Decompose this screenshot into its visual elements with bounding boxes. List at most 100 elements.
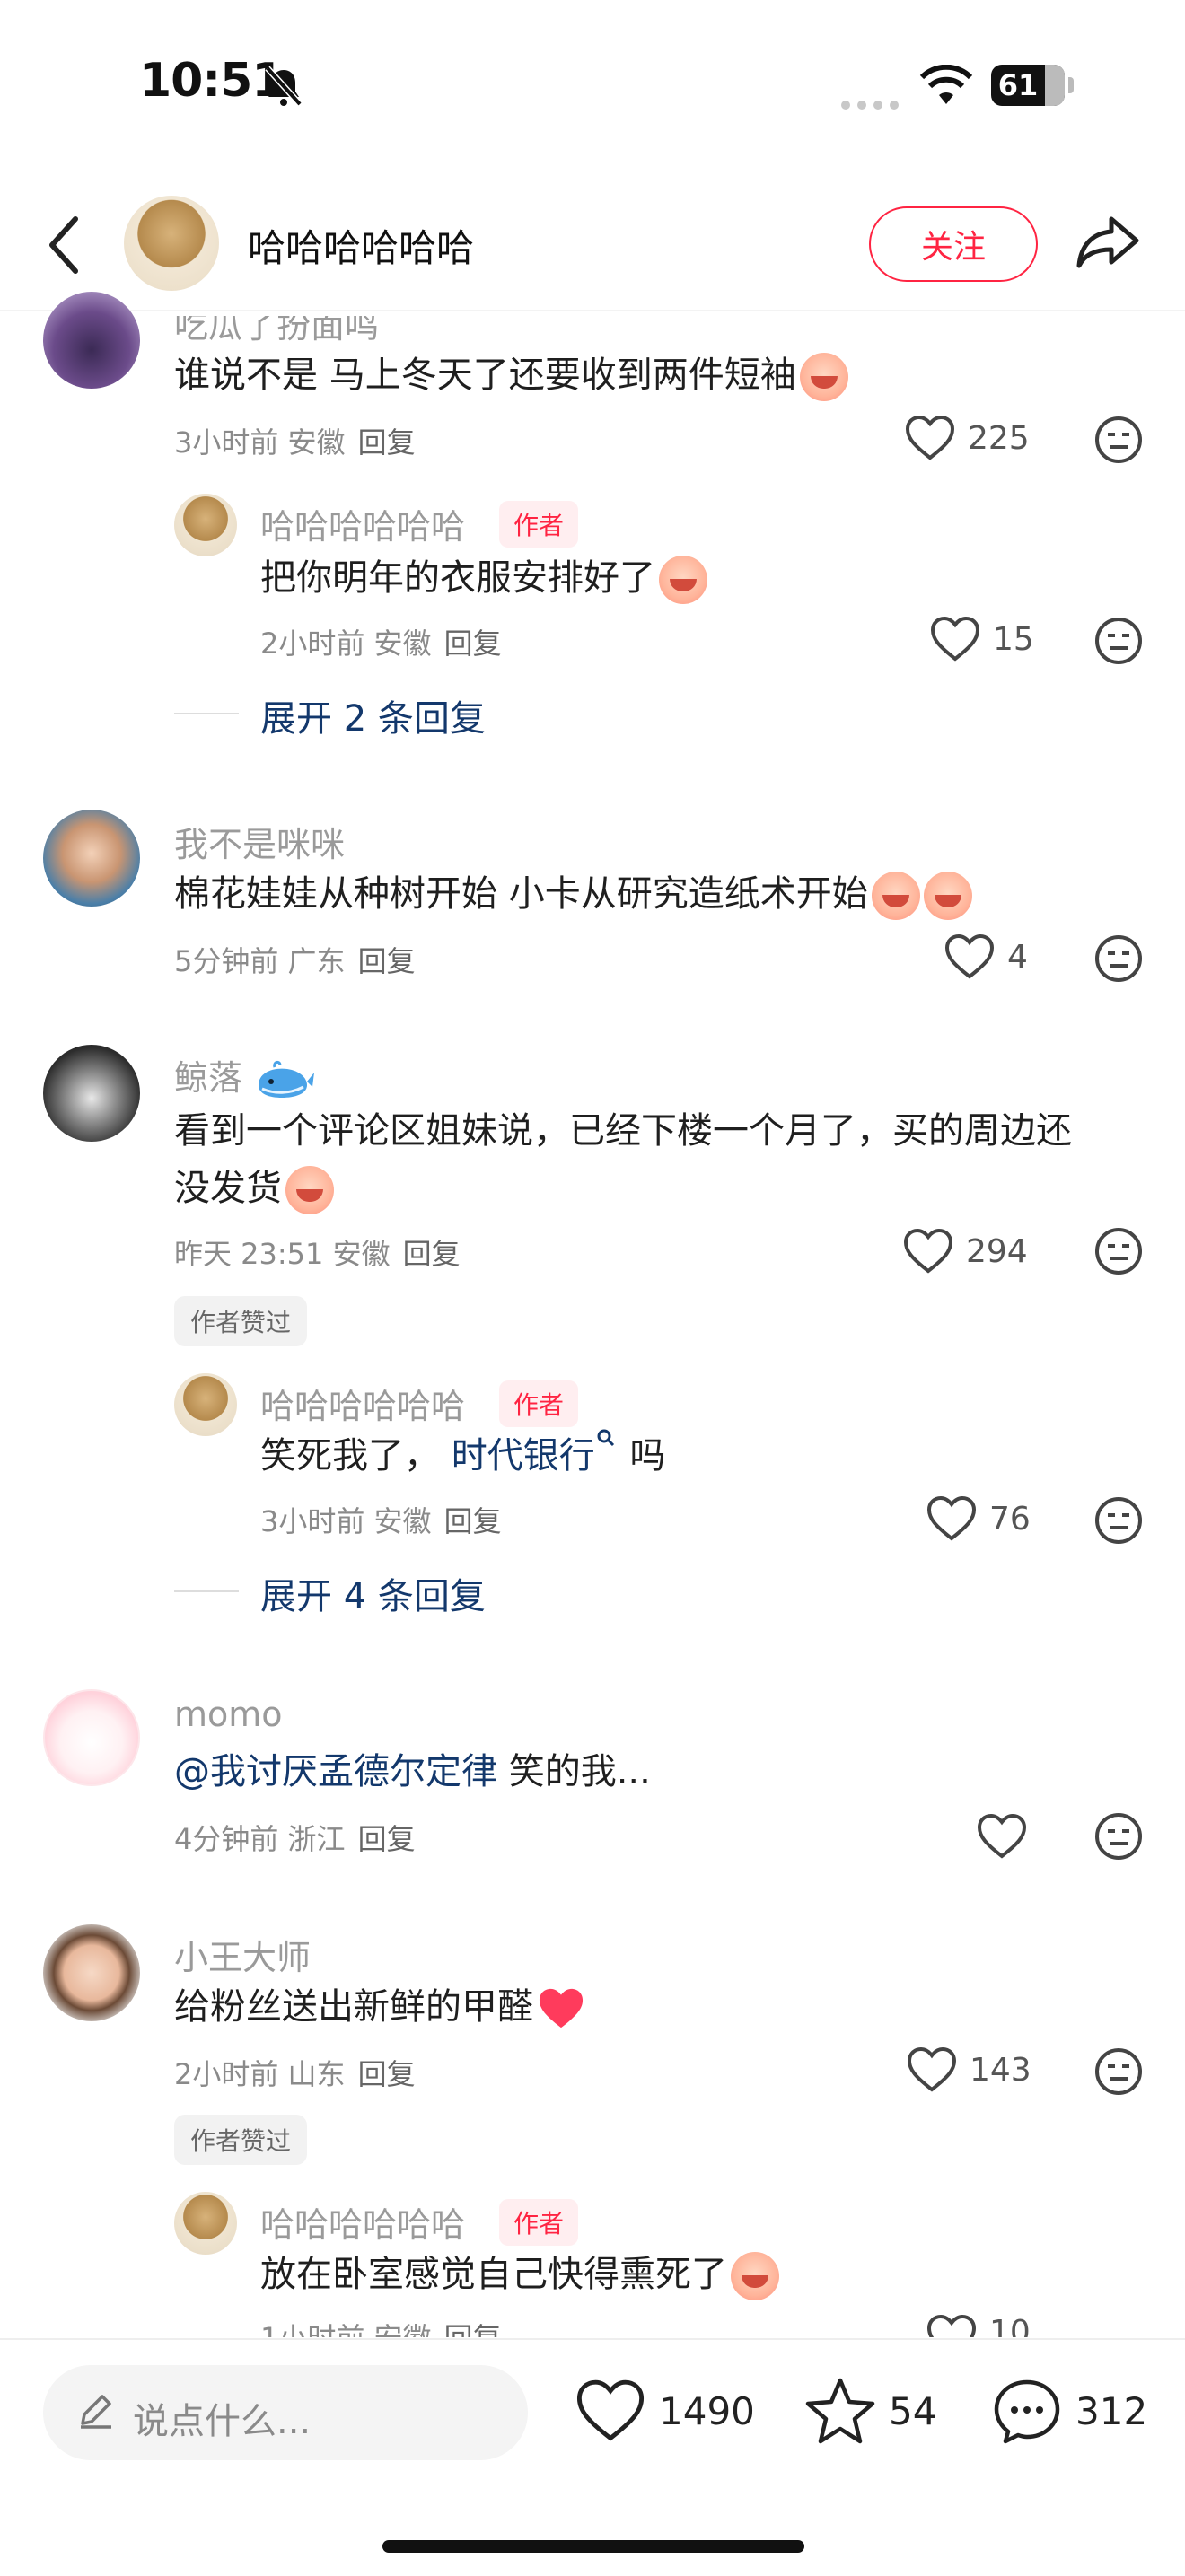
author-name[interactable]: 哈哈哈哈哈哈	[248, 218, 474, 273]
avatar[interactable]	[43, 1045, 140, 1142]
reply-link[interactable]: 回复	[358, 944, 416, 978]
like-button[interactable]: 294	[903, 1228, 1028, 1275]
avatar[interactable]	[174, 494, 237, 556]
bell-muted-icon	[265, 66, 303, 107]
comment-username[interactable]: momo	[174, 1695, 283, 1734]
heart-icon	[926, 2314, 977, 2337]
pencil-icon	[81, 2395, 111, 2429]
heart-icon	[903, 1228, 953, 1274]
comment-text-line2: 没发货	[174, 1160, 334, 1217]
heart-icon	[944, 933, 995, 979]
avatar[interactable]	[174, 1373, 237, 1436]
avatar[interactable]	[43, 810, 140, 907]
like-button[interactable]: 15	[930, 616, 1034, 662]
heart-icon	[576, 2379, 645, 2441]
reply-link[interactable]: 回复	[358, 2057, 416, 2091]
reply-username[interactable]: 哈哈哈哈哈哈	[260, 1379, 465, 1428]
comment-bubble-icon	[994, 2379, 1060, 2444]
home-indicator	[382, 2540, 804, 2553]
wifi-icon	[919, 65, 973, 104]
like-button[interactable]: 10	[926, 2314, 1031, 2337]
signal-icon	[840, 97, 901, 110]
back-arrow-icon[interactable]	[45, 214, 81, 276]
reply-meta: 2小时前 安徽 回复	[260, 626, 502, 661]
heart-icon	[977, 1813, 1027, 1859]
comment-username[interactable]: 我不是咪咪	[174, 817, 345, 866]
comment-username[interactable]: 吃瓜了扮面鸣	[174, 316, 379, 347]
comment-meta: 3小时前 安徽 回复	[174, 425, 416, 460]
like-button[interactable]: 76	[926, 1495, 1031, 1542]
comment-text-line1: 看到一个评论区姐妹说，已经下楼一个月了，买的周边还	[174, 1110, 1072, 1152]
like-button[interactable]: 225	[905, 415, 1030, 461]
crying-emoji	[731, 2252, 779, 2300]
reply-link[interactable]: 回复	[444, 626, 502, 661]
comment-username[interactable]: 小王大师	[174, 1930, 311, 1979]
comment-meta: 4分钟前 浙江 回复	[174, 1822, 416, 1856]
reply-link[interactable]: 回复	[444, 2321, 502, 2337]
reply-username[interactable]: 哈哈哈哈哈哈	[260, 499, 465, 548]
dislike-face-icon[interactable]	[1093, 1495, 1144, 1546]
star-icon	[805, 2378, 875, 2444]
expand-replies-button[interactable]: 展开 4 条回复	[260, 1567, 486, 1619]
crying-emoji	[285, 1166, 334, 1214]
author-avatar[interactable]	[124, 196, 219, 291]
comments-button[interactable]: 312	[991, 2377, 1147, 2445]
search-small-icon	[597, 1429, 614, 1447]
comment-placeholder[interactable]: 说点什么...	[133, 2392, 311, 2444]
author-badge: 作者	[499, 501, 579, 548]
reply-link[interactable]: 回复	[358, 425, 416, 460]
heart-icon	[926, 1495, 977, 1541]
battery-tip	[1068, 77, 1074, 93]
dislike-face-icon[interactable]	[1093, 1811, 1144, 1862]
like-count: 15	[993, 620, 1034, 658]
comment-text: 给粉丝送出新鲜的甲醛	[174, 1978, 585, 2036]
dislike-face-icon[interactable]	[1093, 2046, 1144, 2097]
comment-meta: 昨天 23:51 安徽 回复	[174, 1237, 461, 1271]
reply-text: 笑死我了， 时代银行 吗	[260, 1427, 665, 1485]
like-button[interactable]: 4	[944, 933, 1028, 980]
comment-meta: 5分钟前 广东 回复	[174, 944, 416, 978]
like-count: 76	[989, 1500, 1031, 1538]
reply-meta: 3小时前 安徽 回复	[260, 1504, 502, 1538]
avatar[interactable]	[174, 2192, 237, 2255]
avatar[interactable]	[43, 1689, 140, 1786]
mention-link[interactable]: @我讨厌孟德尔定律	[174, 1751, 497, 1792]
reply-text: 放在卧室感觉自己快得熏死了	[260, 2246, 779, 2303]
comment-username[interactable]: 鲸落	[174, 1050, 316, 1101]
like-count: 10	[989, 2314, 1031, 2337]
comment-count: 312	[1075, 2388, 1148, 2433]
battery-level: 61	[997, 68, 1039, 102]
avatar[interactable]	[43, 1924, 140, 2021]
share-icon[interactable]	[1075, 214, 1140, 271]
comment-text: @我讨厌孟德尔定律 笑的我...	[174, 1751, 651, 1792]
crying-emoji	[799, 353, 848, 401]
expand-replies-button[interactable]: 展开 2 条回复	[260, 689, 486, 741]
heart-icon	[907, 2046, 957, 2092]
crying-emoji	[923, 872, 972, 920]
follow-button[interactable]: 关注	[869, 206, 1038, 282]
red-heart-emoji	[539, 1988, 584, 2028]
reply-text: 把你明年的衣服安排好了	[260, 549, 707, 607]
comment-meta: 2小时前 山东 回复	[174, 2057, 416, 2091]
reply-link[interactable]: 回复	[444, 1504, 502, 1538]
reply-link[interactable]: 回复	[403, 1237, 461, 1271]
collect-button[interactable]: 54	[804, 2377, 936, 2445]
dislike-face-icon[interactable]	[1093, 1226, 1144, 1276]
crying-emoji	[659, 556, 707, 604]
heart-icon	[930, 616, 980, 662]
expand-divider	[174, 1590, 239, 1592]
dislike-face-icon[interactable]	[1093, 616, 1144, 666]
post-like-button[interactable]: 1490	[575, 2379, 755, 2443]
crying-emoji	[871, 872, 920, 920]
avatar[interactable]	[43, 292, 140, 389]
author-badge: 作者	[499, 1380, 579, 1427]
dislike-face-icon[interactable]	[1093, 415, 1144, 465]
like-button[interactable]	[977, 1813, 1040, 1860]
search-link[interactable]: 时代银行	[452, 1429, 619, 1476]
like-count: 4	[1007, 938, 1028, 976]
reply-username[interactable]: 哈哈哈哈哈哈	[260, 2197, 465, 2247]
battery-icon: 61	[991, 65, 1065, 106]
reply-link[interactable]: 回复	[358, 1822, 416, 1856]
dislike-face-icon[interactable]	[1093, 933, 1144, 984]
like-button[interactable]: 143	[907, 2046, 1031, 2093]
